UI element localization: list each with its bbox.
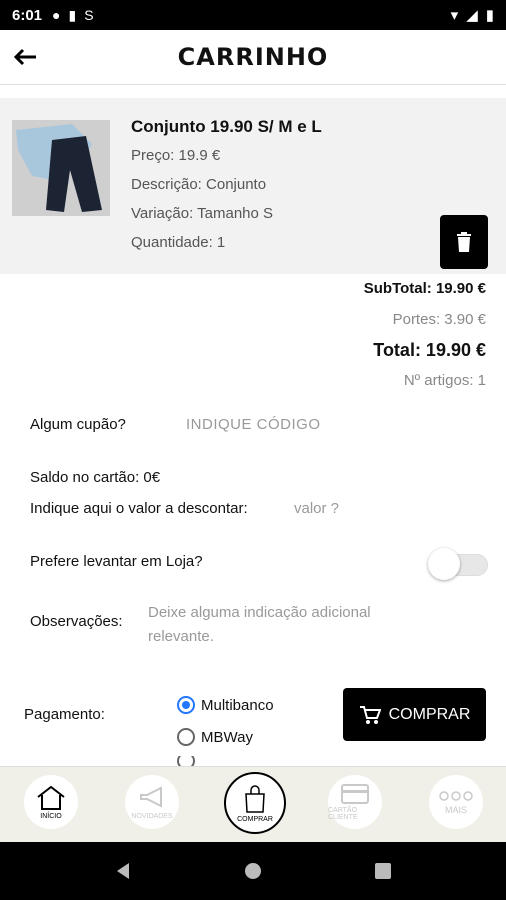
shopping-bag-icon xyxy=(245,784,265,813)
delete-item-button[interactable] xyxy=(440,215,488,269)
home-circle-icon[interactable] xyxy=(243,861,263,881)
cart-icon xyxy=(359,705,381,724)
more-dots-icon xyxy=(439,791,473,801)
payment-option-multibanco[interactable]: Multibanco xyxy=(177,696,274,714)
card-balance: Saldo no cartão: 0€ xyxy=(30,469,161,486)
nav-novidades[interactable]: NOVIDADES xyxy=(125,775,179,829)
coupon-input[interactable]: INDIQUE CÓDIGO xyxy=(186,416,321,433)
discount-input[interactable]: valor ? xyxy=(294,500,339,517)
card-icon xyxy=(341,784,369,804)
nav-label: INÍCIO xyxy=(40,812,62,820)
product-quantity: Quantidade: 1 xyxy=(131,234,226,251)
radio-selected-icon xyxy=(177,696,195,714)
product-description: Descrição: Conjunto xyxy=(131,176,267,193)
radio-icon xyxy=(177,728,195,746)
subtotal: SubTotal: 19.90 € xyxy=(363,280,486,297)
home-icon xyxy=(37,785,65,810)
pickup-toggle[interactable] xyxy=(428,546,488,580)
payment-option-label: Multibanco xyxy=(201,696,274,714)
pickup-label: Prefere levantar em Loja? xyxy=(30,553,203,570)
payment-option-mbway[interactable]: MBWay xyxy=(177,728,253,746)
radio-icon xyxy=(177,756,195,766)
product-variation: Variação: Tamanho S xyxy=(131,205,274,222)
signal-icon: ◢ xyxy=(466,7,478,24)
notes-input[interactable]: Deixe alguma indicação adicional relevan… xyxy=(148,601,371,649)
nav-comprar[interactable]: COMPRAR xyxy=(224,772,286,834)
notes-placeholder-line-2: relevante. xyxy=(148,628,214,645)
wifi-icon: ▾ xyxy=(450,7,459,24)
status-bar: 6:01 ● ▮ S ▾ ◢ ▮ xyxy=(0,0,506,30)
nav-inicio[interactable]: INÍCIO xyxy=(24,775,78,829)
payment-option-partial[interactable] xyxy=(177,756,201,766)
payment-label: Pagamento: xyxy=(24,706,105,723)
nav-label: MAIS xyxy=(444,805,467,815)
android-nav-bar xyxy=(0,842,506,900)
page-title: CARRINHO xyxy=(177,43,329,71)
back-arrow-icon[interactable] xyxy=(10,42,40,72)
item-count: Nº artigos: 1 xyxy=(403,372,486,389)
back-triangle-icon[interactable] xyxy=(113,861,133,881)
trash-icon xyxy=(457,232,471,252)
battery-icon: ▮ xyxy=(485,7,494,24)
toggle-knob xyxy=(428,548,460,580)
product-name: Conjunto 19.90 S/ M e L xyxy=(131,117,322,136)
total: Total: 19.90 € xyxy=(373,340,486,360)
nav-label: CARTÃO CLIENTE xyxy=(328,807,358,821)
chat-icon: ● xyxy=(52,7,61,23)
bottom-nav: INÍCIO NOVIDADES COMPRAR CARTÃO CLIENTE … xyxy=(0,766,506,843)
recents-square-icon[interactable] xyxy=(373,861,393,881)
nav-cartao[interactable]: CARTÃO CLIENTE xyxy=(328,775,382,829)
nav-label: COMPRAR xyxy=(237,815,273,823)
discount-label: Indique aqui o valor a descontar: xyxy=(30,500,248,517)
product-price: Preço: 19.9 € xyxy=(131,147,221,164)
coupon-label: Algum cupão? xyxy=(30,416,126,433)
status-time: 6:01 xyxy=(12,6,43,24)
sd-card-icon: ▮ xyxy=(68,6,77,23)
buy-button-label: COMPRAR xyxy=(388,705,471,723)
app-header: CARRINHO xyxy=(0,30,506,85)
nav-mais[interactable]: MAIS xyxy=(429,775,483,829)
payment-option-label: MBWay xyxy=(201,728,253,746)
product-image xyxy=(12,120,110,216)
notes-placeholder-line-1: Deixe alguma indicação adicional xyxy=(148,604,371,621)
buy-button[interactable]: COMPRAR xyxy=(343,688,486,741)
sync-icon: S xyxy=(84,7,94,23)
nav-label: NOVIDADES xyxy=(131,812,173,820)
megaphone-icon xyxy=(140,785,162,808)
shipping-cost: Portes: 3.90 € xyxy=(392,311,486,328)
notes-label: Observações: xyxy=(30,613,123,630)
